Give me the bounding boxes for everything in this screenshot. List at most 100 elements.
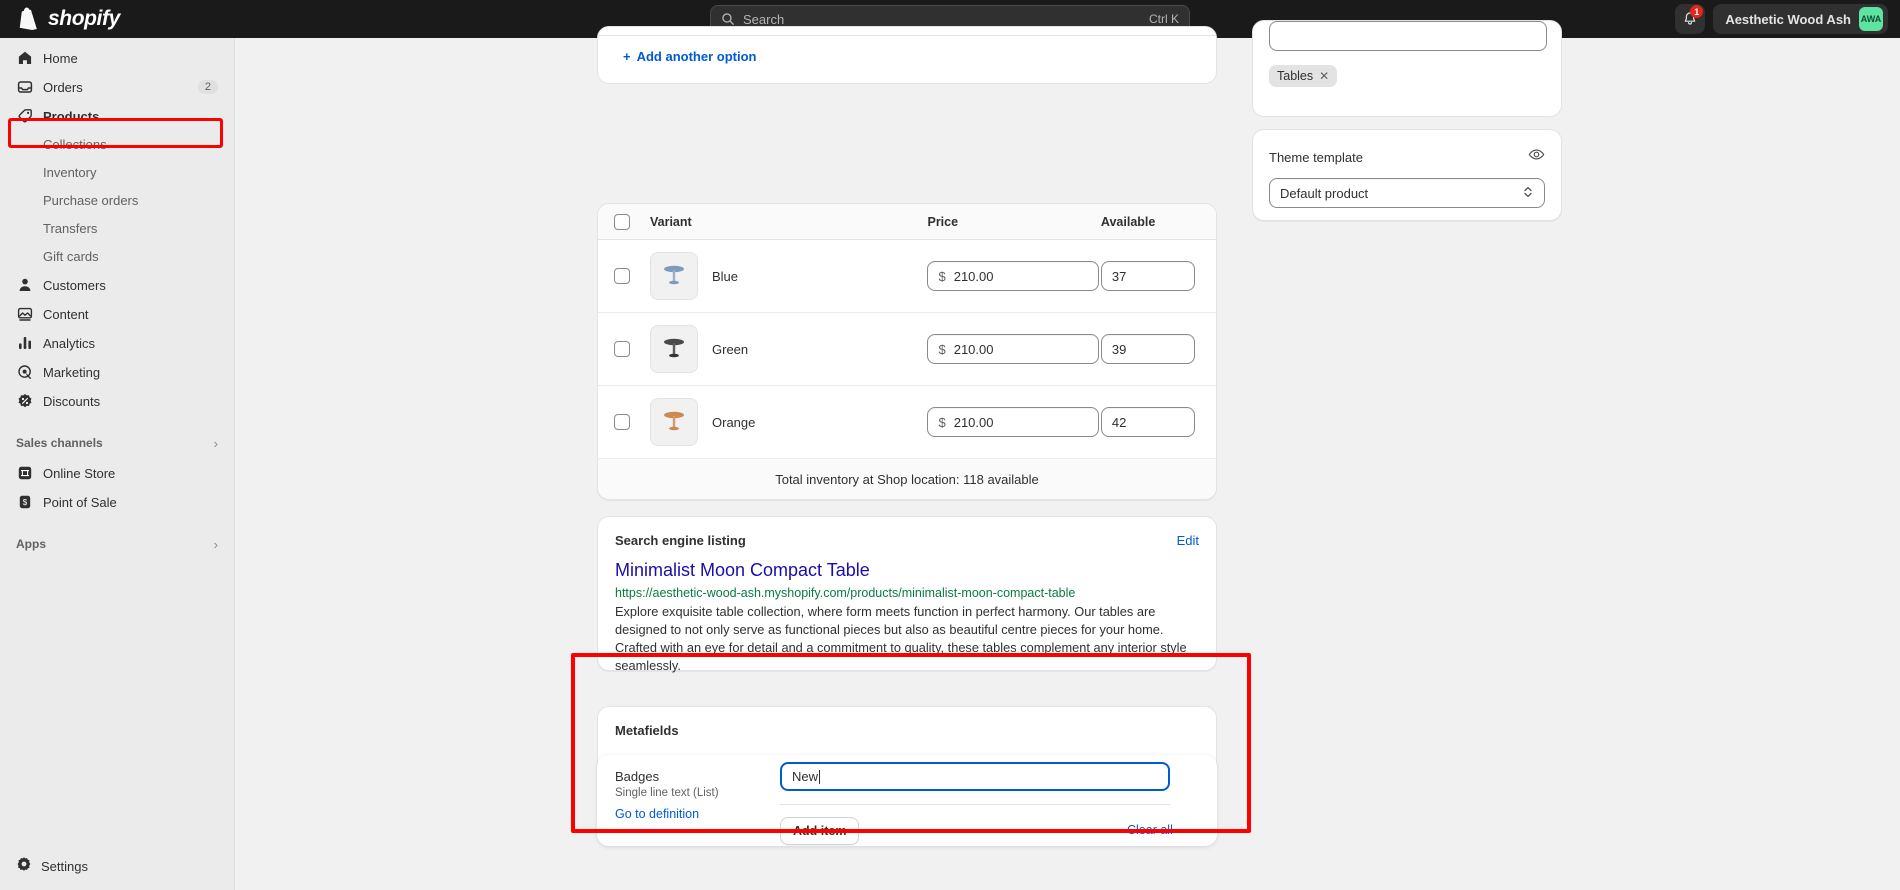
clear-all-link[interactable]: Clear all [1127, 823, 1173, 837]
sidebar-subitem-label: Collections [43, 137, 107, 152]
table-product-icon [657, 332, 691, 366]
row-checkbox[interactable] [614, 341, 630, 357]
sidebar-item-customers[interactable]: Customers [8, 271, 226, 299]
sidebar-item-discounts[interactable]: Discounts [8, 387, 226, 415]
add-another-option-button[interactable]: + Add another option [623, 49, 756, 64]
available-value: 42 [1112, 415, 1126, 430]
seo-preview-description: Explore exquisite table collection, wher… [615, 603, 1199, 675]
sidebar-item-point-of-sale[interactable]: $ Point of Sale [8, 488, 226, 516]
product-options-card: + Add another option [597, 26, 1217, 84]
apps-section-header[interactable]: Apps › [8, 530, 226, 558]
sidebar-item-purchase-orders[interactable]: Purchase orders [8, 187, 226, 214]
available-value: 39 [1112, 342, 1126, 357]
shopify-bag-icon [17, 7, 39, 31]
column-header-variant: Variant [650, 215, 692, 229]
seo-heading: Search engine listing [615, 533, 746, 548]
metafields-heading: Metafields [615, 723, 679, 738]
currency-symbol: $ [938, 415, 945, 430]
table-row[interactable]: Orange $ 210.00 42 [598, 386, 1216, 459]
variant-available-input[interactable]: 42 [1101, 407, 1195, 437]
seo-preview-title[interactable]: Minimalist Moon Compact Table [615, 558, 1199, 582]
tag-label: Tables [1277, 69, 1313, 83]
variant-available-input[interactable]: 37 [1101, 261, 1195, 291]
close-icon[interactable]: ✕ [1319, 69, 1329, 83]
sidebar-subitem-label: Transfers [43, 221, 97, 236]
badges-value-input[interactable]: New [780, 762, 1170, 791]
shopify-logo[interactable]: shopify [0, 7, 120, 31]
column-header-available: Available [1101, 215, 1155, 229]
variants-card: Variant Price Available Blue [597, 203, 1217, 500]
main-content: + Add another option Variant Price Avail [235, 38, 1900, 890]
eye-icon[interactable] [1528, 146, 1545, 168]
price-value: 210.00 [954, 342, 994, 357]
sidebar-subitem-label: Purchase orders [43, 193, 138, 208]
seo-preview-url: https://aesthetic-wood-ash.myshopify.com… [615, 584, 1199, 602]
variant-available-input[interactable]: 39 [1101, 334, 1195, 364]
seo-header-row: Search engine listing Edit [615, 533, 1199, 548]
chevron-right-icon: › [214, 436, 218, 451]
notifications-button[interactable]: 1 [1675, 4, 1705, 34]
sidebar-item-label: Orders [43, 80, 83, 95]
sidebar-item-analytics[interactable]: Analytics [8, 329, 226, 357]
tag-icon [16, 107, 34, 125]
currency-symbol: $ [938, 269, 945, 284]
svg-text:$: $ [23, 498, 28, 507]
total-inventory-label: Total inventory at Shop location: 118 av… [598, 459, 1216, 499]
sidebar-item-home[interactable]: Home [8, 44, 226, 72]
metafields-panel: Badges Single line text (List) Go to def… [597, 755, 1217, 846]
row-checkbox[interactable] [614, 414, 630, 430]
sidebar-item-label: Online Store [43, 466, 115, 481]
metafields-card: Metafields Badges Single line text (List… [597, 706, 1217, 844]
search-icon [721, 12, 735, 26]
tags-input[interactable] [1269, 21, 1547, 51]
select-all-checkbox[interactable] [614, 214, 630, 230]
text-caret [819, 770, 820, 784]
sidebar-subitem-label: Gift cards [43, 249, 99, 264]
variant-thumbnail [650, 325, 698, 373]
sidebar-item-settings[interactable]: Settings [8, 852, 227, 880]
table-row[interactable]: Green $ 210.00 39 [598, 313, 1216, 386]
store-name: Aesthetic Wood Ash [1725, 12, 1851, 27]
sidebar-item-inventory[interactable]: Inventory [8, 159, 226, 186]
seo-edit-link[interactable]: Edit [1177, 533, 1199, 548]
go-to-definition-link[interactable]: Go to definition [615, 807, 699, 821]
sidebar-item-orders[interactable]: Orders 2 [8, 73, 226, 101]
orders-count-badge: 2 [198, 80, 218, 94]
sidebar-item-label: Home [43, 51, 78, 66]
sidebar-item-label: Customers [43, 278, 106, 293]
top-bar-right: 1 Aesthetic Wood Ash AWA [1675, 4, 1888, 34]
search-placeholder: Search [743, 12, 1141, 27]
sidebar-item-products[interactable]: Products [8, 102, 226, 130]
sidebar-item-transfers[interactable]: Transfers [8, 215, 226, 242]
sidebar-item-marketing[interactable]: Marketing [8, 358, 226, 386]
theme-template-select[interactable]: Default product [1269, 178, 1545, 208]
variant-name: Blue [712, 269, 738, 284]
table-row[interactable]: Blue $ 210.00 37 [598, 240, 1216, 313]
sales-channels-section-header[interactable]: Sales channels › [8, 429, 226, 457]
notification-count-badge: 1 [1690, 5, 1703, 18]
theme-template-value: Default product [1280, 186, 1368, 201]
store-icon [16, 464, 34, 482]
variant-price-input[interactable]: $ 210.00 [927, 334, 1099, 364]
variants-table-header: Variant Price Available [598, 204, 1216, 240]
sidebar-item-gift-cards[interactable]: Gift cards [8, 243, 226, 270]
theme-template-header: Theme template [1269, 146, 1545, 168]
sidebar-item-online-store[interactable]: Online Store [8, 459, 226, 487]
tag-chip-tables[interactable]: Tables ✕ [1269, 65, 1337, 87]
variant-name: Green [712, 342, 748, 357]
add-item-button[interactable]: Add item [780, 817, 859, 845]
content-icon [16, 305, 34, 323]
variant-price-input[interactable]: $ 210.00 [927, 407, 1099, 437]
variant-name: Orange [712, 415, 755, 430]
plus-icon: + [623, 49, 631, 64]
metafield-label: Badges [615, 769, 659, 784]
divider [598, 35, 1217, 36]
sidebar-item-content[interactable]: Content [8, 300, 226, 328]
store-menu-button[interactable]: Aesthetic Wood Ash AWA [1713, 4, 1888, 34]
sidebar: Home Orders 2 Products Collections Inven… [0, 38, 235, 890]
sidebar-nav: Home Orders 2 Products Collections Inven… [0, 38, 234, 558]
row-checkbox[interactable] [614, 268, 630, 284]
gear-icon [16, 856, 32, 877]
sidebar-item-collections[interactable]: Collections [8, 131, 226, 158]
variant-price-input[interactable]: $ 210.00 [927, 261, 1099, 291]
